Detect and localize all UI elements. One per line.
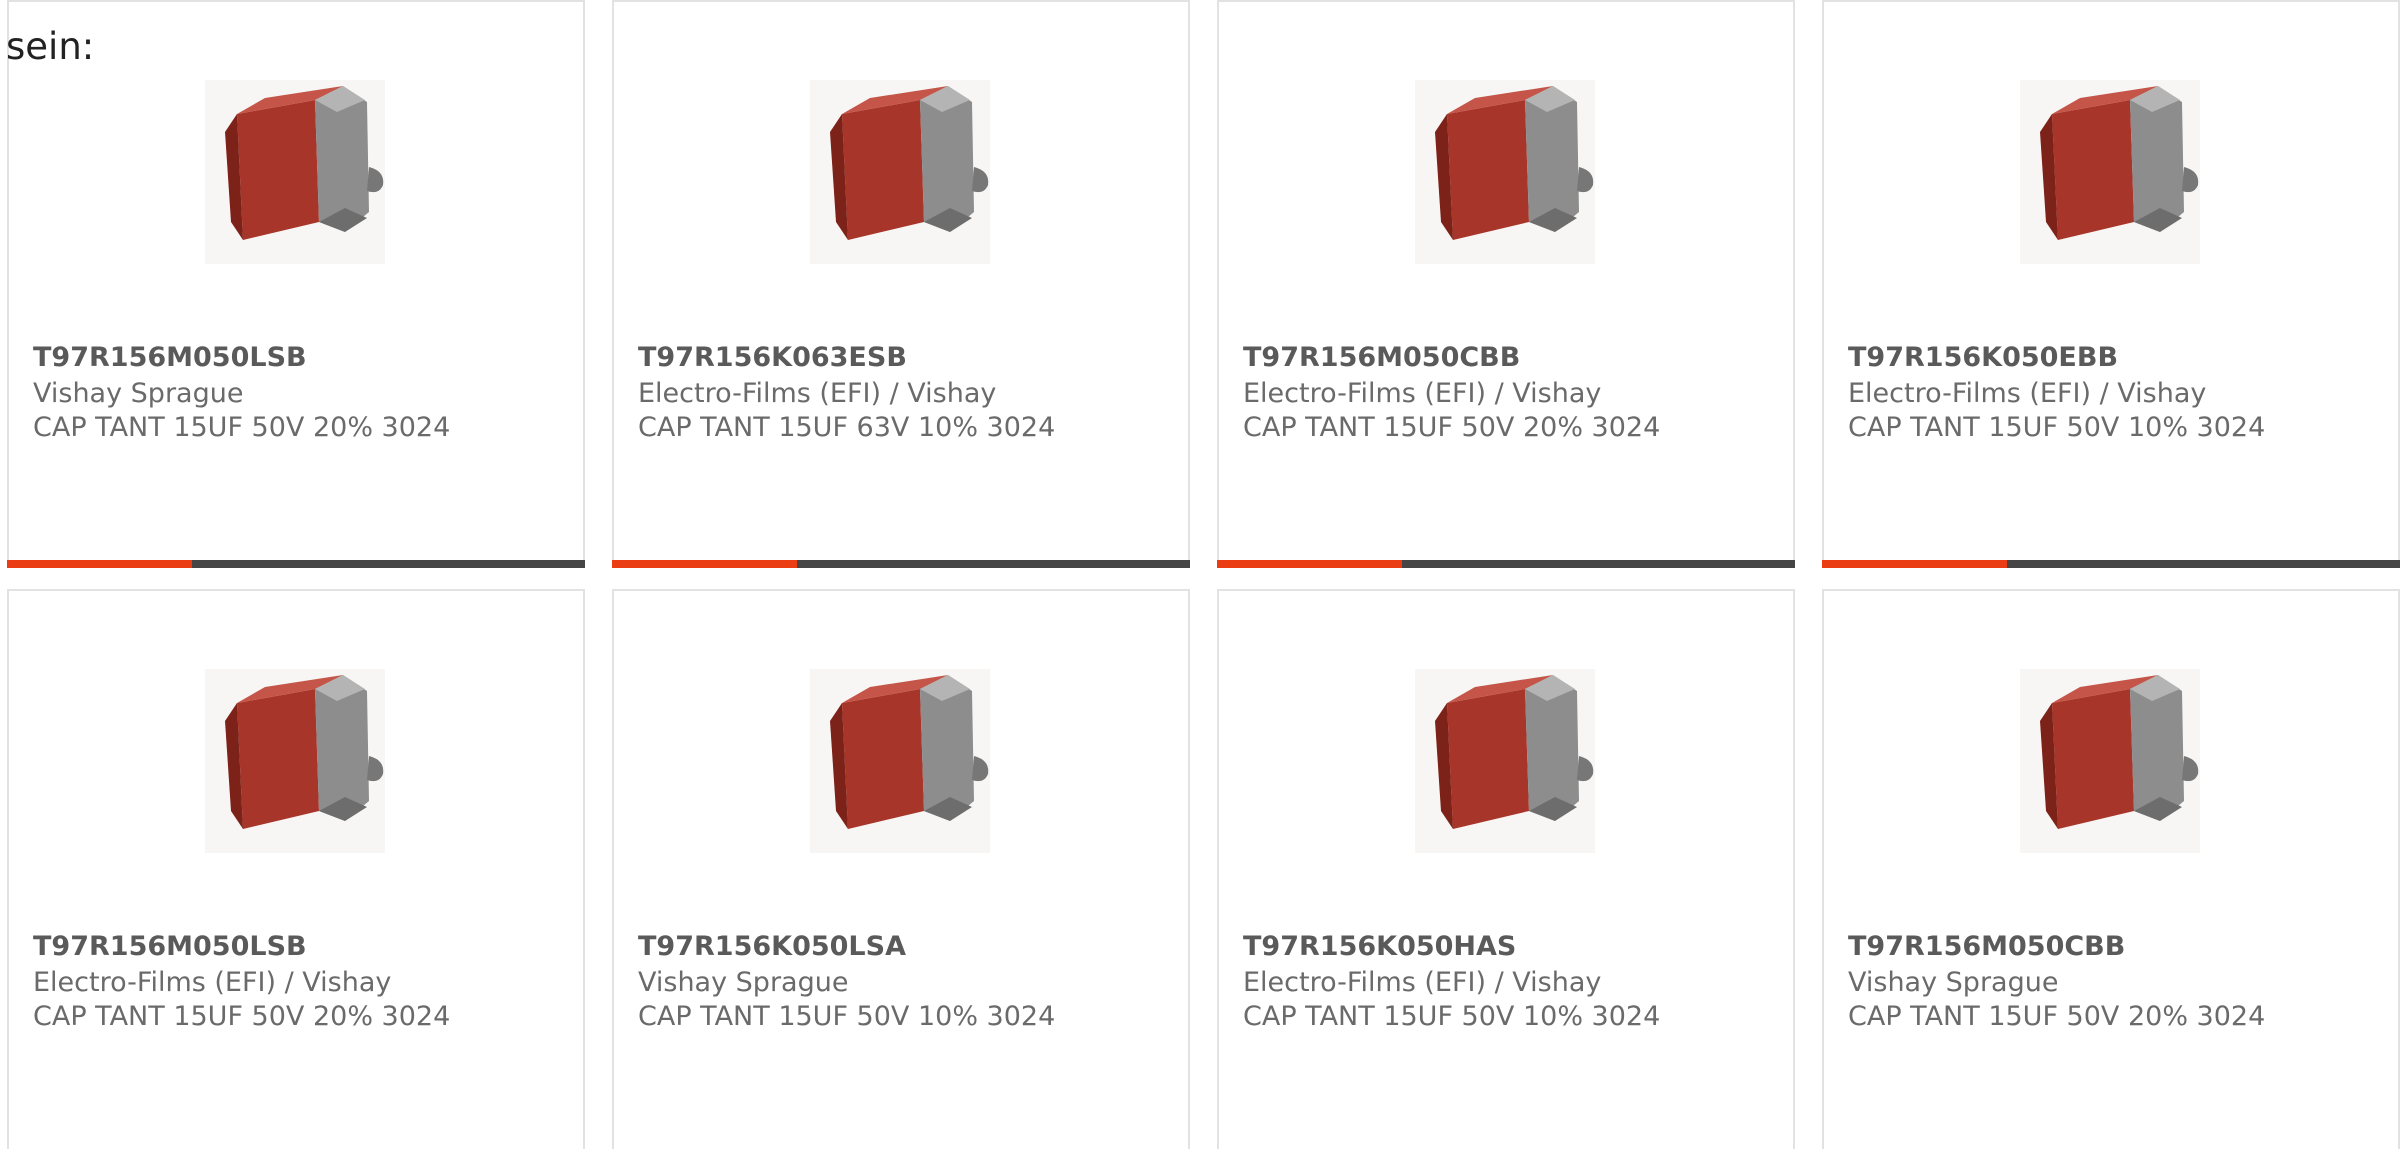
description: CAP TANT 15UF 50V 20% 3024 (1243, 412, 1661, 443)
description: CAP TANT 15UF 50V 10% 3024 (638, 1001, 1056, 1032)
description: CAP TANT 15UF 50V 20% 3024 (1848, 1001, 2266, 1032)
product-card[interactable]: T97R156M050CBB Vishay Sprague CAP TANT 1… (1822, 589, 2400, 1149)
description: CAP TANT 15UF 63V 10% 3024 (638, 412, 1056, 443)
part-number: T97R156K050EBB (1848, 342, 2119, 373)
manufacturer: Vishay Sprague (33, 378, 244, 409)
product-card[interactable]: T97R156M050LSB Vishay Sprague CAP TANT 1… (7, 0, 585, 568)
description: CAP TANT 15UF 50V 20% 3024 (33, 412, 451, 443)
tantalum-capacitor-image (195, 661, 405, 861)
progress-fill (7, 560, 192, 568)
progress-bar (7, 560, 585, 568)
part-number: T97R156K063ESB (638, 342, 907, 373)
manufacturer: Electro-Films (EFI) / Vishay (1848, 378, 2207, 409)
manufacturer: Electro-Films (EFI) / Vishay (1243, 967, 1602, 998)
product-card[interactable]: T97R156K050LSA Vishay Sprague CAP TANT 1… (612, 589, 1190, 1149)
manufacturer: Vishay Sprague (1848, 967, 2059, 998)
tantalum-capacitor-image (1405, 661, 1615, 861)
part-number: T97R156K050LSA (638, 931, 906, 962)
tantalum-capacitor-image (2010, 661, 2220, 861)
product-card[interactable]: T97R156K050EBB Electro-Films (EFI) / Vis… (1822, 0, 2400, 568)
product-card[interactable]: T97R156K050HAS Electro-Films (EFI) / Vis… (1217, 589, 1795, 1149)
progress-fill (612, 560, 797, 568)
manufacturer: Vishay Sprague (638, 967, 849, 998)
tantalum-capacitor-image (1405, 72, 1615, 272)
product-grid: T97R156M050LSB Vishay Sprague CAP TANT 1… (7, 0, 2400, 1149)
description: CAP TANT 15UF 50V 10% 3024 (1848, 412, 2266, 443)
tantalum-capacitor-image (2010, 72, 2220, 272)
part-number: T97R156K050HAS (1243, 931, 1517, 962)
manufacturer: Electro-Films (EFI) / Vishay (638, 378, 997, 409)
progress-bar (1217, 560, 1795, 568)
description: CAP TANT 15UF 50V 20% 3024 (33, 1001, 451, 1032)
product-card[interactable]: T97R156M050LSB Electro-Films (EFI) / Vis… (7, 589, 585, 1149)
product-card[interactable]: T97R156M050CBB Electro-Films (EFI) / Vis… (1217, 0, 1795, 568)
description: CAP TANT 15UF 50V 10% 3024 (1243, 1001, 1661, 1032)
part-number: T97R156M050LSB (33, 342, 307, 373)
tantalum-capacitor-image (800, 661, 1010, 861)
product-card[interactable]: T97R156K063ESB Electro-Films (EFI) / Vis… (612, 0, 1190, 568)
progress-bar (612, 560, 1190, 568)
progress-fill (1822, 560, 2007, 568)
progress-fill (1217, 560, 1402, 568)
tantalum-capacitor-image (800, 72, 1010, 272)
part-number: T97R156M050LSB (33, 931, 307, 962)
manufacturer: Electro-Films (EFI) / Vishay (33, 967, 392, 998)
part-number: T97R156M050CBB (1243, 342, 1521, 373)
progress-bar (1822, 560, 2400, 568)
manufacturer: Electro-Films (EFI) / Vishay (1243, 378, 1602, 409)
intro-text: sein: (6, 25, 95, 68)
part-number: T97R156M050CBB (1848, 931, 2126, 962)
tantalum-capacitor-image (195, 72, 405, 272)
